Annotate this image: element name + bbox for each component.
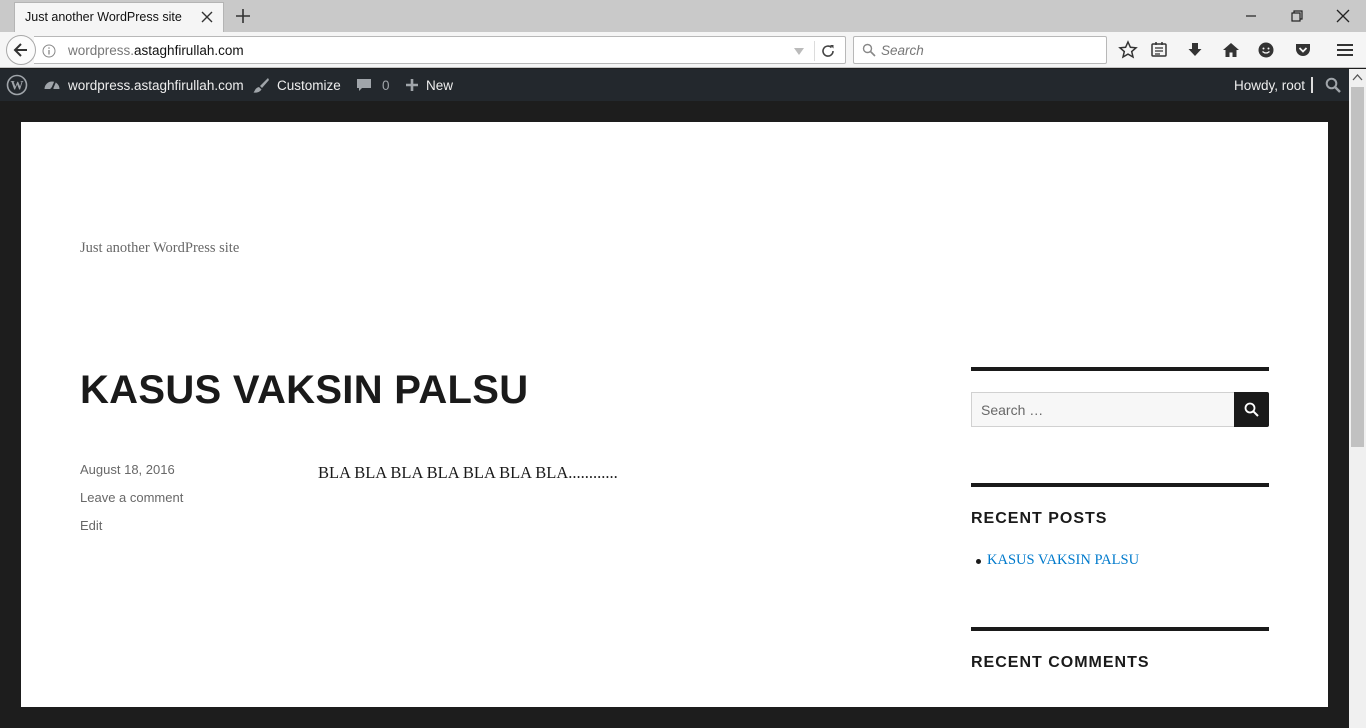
sidebar-search-input[interactable]: Search … (971, 392, 1234, 427)
post-title[interactable]: KASUS VAKSIN PALSU (80, 368, 528, 413)
sidebar-search-button[interactable] (1234, 392, 1269, 427)
site-page: Just another WordPress site KASUS VAKSIN… (21, 122, 1328, 707)
widget-divider (971, 483, 1269, 487)
my-account-link[interactable]: Howdy, root (1234, 69, 1314, 101)
recent-posts-title: RECENT POSTS (971, 510, 1108, 527)
bookmark-star-icon[interactable] (1118, 40, 1138, 60)
chevron-down-icon[interactable] (792, 44, 806, 58)
leave-comment-link[interactable]: Leave a comment (80, 490, 183, 505)
window-close-icon[interactable] (1332, 5, 1354, 27)
home-icon[interactable] (1221, 40, 1241, 60)
list-bullet (976, 559, 981, 564)
comments-count: 0 (382, 77, 390, 93)
close-icon[interactable] (199, 9, 215, 25)
divider (814, 41, 815, 61)
download-icon[interactable] (1185, 40, 1205, 60)
pocket-icon[interactable] (1293, 40, 1313, 60)
arrow-up-icon[interactable] (1349, 69, 1366, 86)
page-scrollbar[interactable] (1349, 69, 1366, 728)
url-bar[interactable]: wordpress.astaghfirullah.com (34, 36, 846, 64)
site-name-label: wordpress.astaghfirullah.com (68, 77, 244, 93)
edit-post-link[interactable]: Edit (80, 518, 102, 533)
svg-text:W: W (11, 78, 24, 93)
comments-link[interactable]: 0 (356, 69, 390, 101)
restore-icon[interactable] (1286, 5, 1308, 27)
paintbrush-icon (253, 78, 269, 93)
post-content: BLA BLA BLA BLA BLA BLA BLA............ (318, 463, 618, 482)
admin-search-button[interactable] (1325, 69, 1341, 101)
site-name-link[interactable]: wordpress.astaghfirullah.com (43, 69, 244, 101)
minimize-icon[interactable] (1240, 5, 1262, 27)
customize-label: Customize (277, 77, 341, 93)
wordpress-logo-button[interactable]: W (6, 69, 28, 101)
dashboard-gauge-icon (44, 81, 60, 91)
widget-divider (971, 367, 1269, 371)
plus-icon (406, 79, 418, 91)
hello-chat-icon[interactable] (1256, 40, 1276, 60)
tab-title: Just another WordPress site (25, 10, 182, 24)
arrow-left-icon (13, 43, 27, 57)
search-icon (1244, 402, 1259, 417)
howdy-label: Howdy, root (1234, 77, 1306, 93)
search-placeholder: Search … (981, 402, 1044, 418)
new-tab-icon[interactable] (233, 6, 253, 26)
wp-admin-bar: W wordpress.astaghfirullah.com Customize… (0, 69, 1349, 101)
url-text[interactable]: wordpress.astaghfirullah.com (68, 43, 244, 58)
wordpress-logo-icon: W (6, 74, 28, 96)
customize-link[interactable]: Customize (252, 69, 341, 101)
avatar (1311, 77, 1314, 93)
search-icon (862, 43, 876, 57)
comment-bubble-icon (357, 79, 371, 91)
browser-titlebar: Just another WordPress site (0, 0, 1366, 32)
post-date-link[interactable]: August 18, 2016 (80, 462, 175, 477)
widget-divider (971, 627, 1269, 631)
menu-icon[interactable] (1335, 40, 1355, 60)
info-icon[interactable] (42, 44, 56, 58)
new-content-link[interactable]: New (405, 69, 453, 101)
back-button[interactable] (6, 35, 36, 65)
site-tagline: Just another WordPress site (80, 240, 240, 256)
recent-comments-title: RECENT COMMENTS (971, 654, 1150, 671)
search-icon (1325, 77, 1341, 93)
search-placeholder: Search (881, 43, 924, 58)
browser-navbar: wordpress.astaghfirullah.com Search (0, 32, 1366, 68)
reload-icon[interactable] (820, 43, 836, 59)
scrollbar-thumb[interactable] (1351, 87, 1364, 447)
recent-post-link[interactable]: KASUS VAKSIN PALSU (987, 552, 1139, 569)
search-bar[interactable]: Search (853, 36, 1107, 64)
browser-tab[interactable]: Just another WordPress site (14, 2, 224, 32)
reading-list-icon[interactable] (1149, 40, 1169, 60)
new-label: New (426, 77, 454, 93)
